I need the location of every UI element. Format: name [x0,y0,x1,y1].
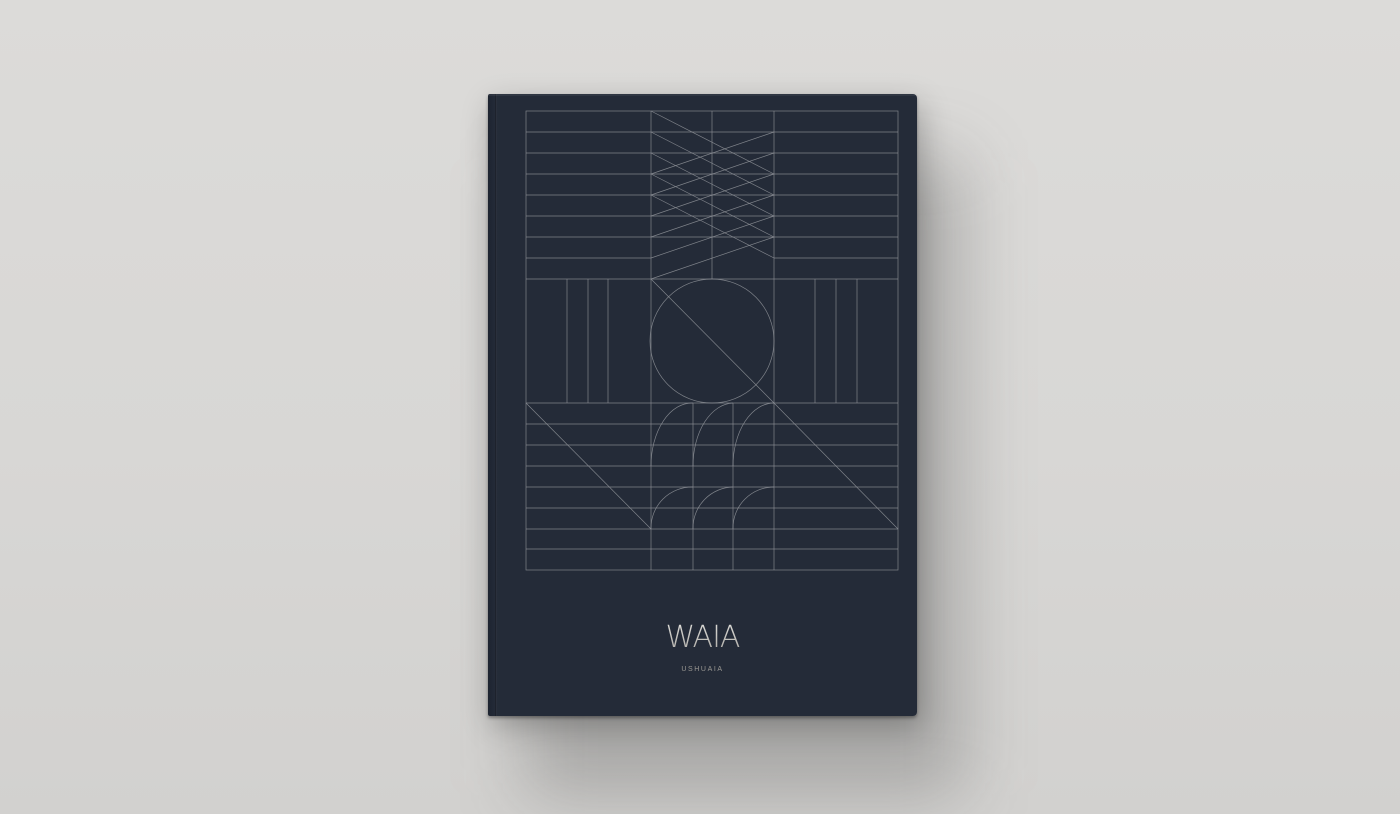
center-column-lines [650,111,775,570]
center-circle [649,278,775,404]
cover-title: WAIA [488,620,917,655]
cover-subtitle: USHUAIA [681,666,724,673]
book-cover: WAIA USHUAIA [488,94,917,716]
bottom-band-lines [526,403,898,570]
middle-band-lines [526,279,898,404]
